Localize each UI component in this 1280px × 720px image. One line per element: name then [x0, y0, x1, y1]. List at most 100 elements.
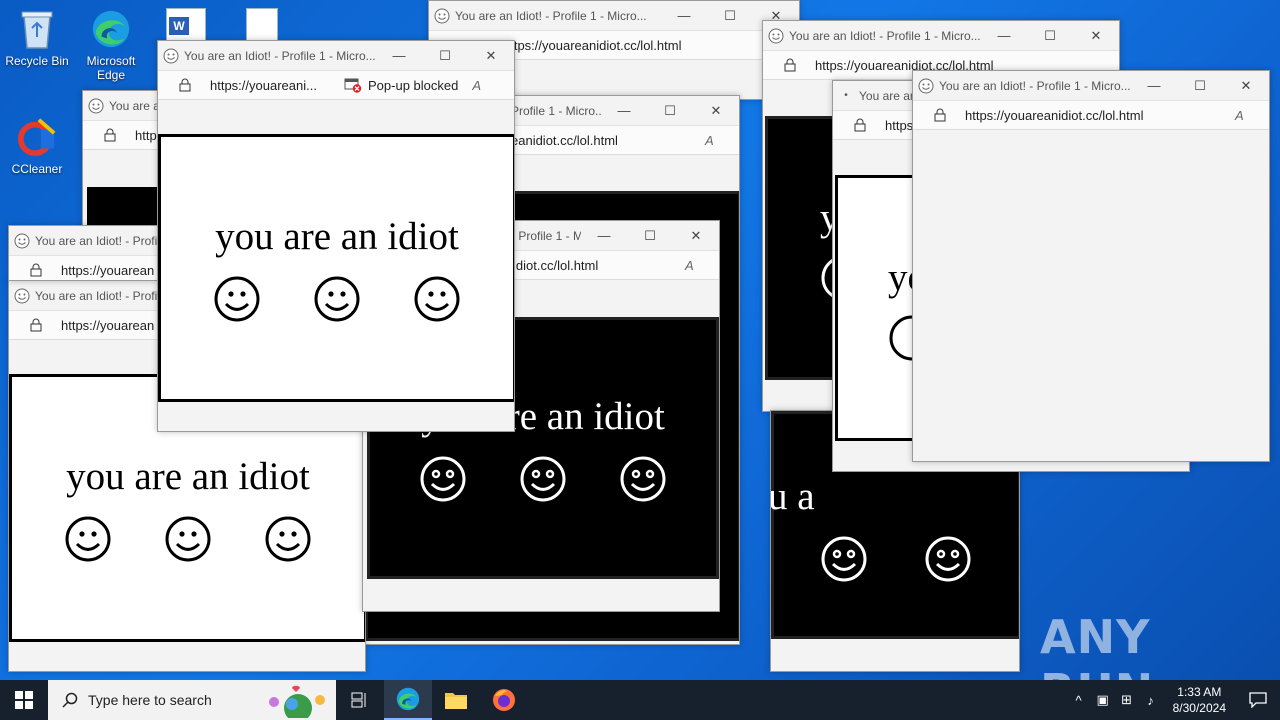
close-icon[interactable]: ✕ [693, 96, 739, 125]
address-bar[interactable]: https://youareanidiot.cc/lol.html A [913, 100, 1269, 130]
smiley-icon [620, 456, 666, 501]
notification-button[interactable] [1236, 680, 1280, 720]
address-bar[interactable]: https://youarean [9, 255, 157, 280]
smiley-icon [165, 516, 211, 561]
smiley-row [213, 275, 461, 323]
recycle-bin-shortcut[interactable]: Recycle Bin [0, 8, 74, 68]
smiley-row [419, 455, 667, 503]
edge-label: Microsoft Edge [86, 54, 136, 82]
smiley-favicon-icon [434, 8, 450, 23]
firefox-button[interactable] [480, 680, 528, 720]
watermark-text: ANY RUN [1040, 610, 1153, 680]
edge-shortcut[interactable]: Microsoft Edge [74, 8, 148, 82]
window-content: you are an idiot [158, 101, 514, 431]
clock[interactable]: 1:33 AM 8/30/2024 [1163, 684, 1236, 716]
ccleaner-shortcut[interactable]: CCleaner [0, 116, 74, 176]
browser-window[interactable]: You are an Idiot! - Profile 1 - Micro...… [157, 40, 515, 432]
browser-window[interactable]: You are an Idiot! - Profil https://youar… [8, 225, 158, 281]
system-tray: ^ ▣ ⊞ ♪ 1:33 AM 8/30/2024 [1067, 680, 1280, 720]
idiot-text: you are an idiot [66, 454, 310, 498]
lock-icon [30, 263, 42, 277]
start-button[interactable] [0, 680, 48, 720]
window-titlebar[interactable]: You are an Idiot! - Profile 1 - Micro...… [158, 41, 514, 70]
lock-icon [104, 128, 116, 142]
popup-blocked-indicator[interactable]: Pop-up blocked [334, 77, 458, 93]
window-controls: — ☐ ✕ [1131, 71, 1269, 100]
smiley-favicon-icon [14, 288, 30, 303]
clock-time: 1:33 AM [1177, 685, 1222, 699]
edge-taskbar-button[interactable] [384, 680, 432, 720]
minimize-icon[interactable]: — [981, 21, 1027, 50]
minimize-icon[interactable]: — [661, 1, 707, 30]
recycle-bin-label: Recycle Bin [5, 54, 69, 68]
smiley-icon [265, 516, 311, 561]
popup-blocked-icon [344, 78, 362, 93]
address-url[interactable]: https://youareanidiot.cc/lol.html [965, 108, 1235, 123]
window-titlebar[interactable]: You are an Idiot! - Profile 1 - Micro...… [429, 1, 799, 30]
window-title: - Profile 1 - Micro... [511, 228, 581, 243]
window-titlebar[interactable]: You are an Idiot! - Profile 1 - Micro...… [763, 21, 1119, 50]
smiley-icon [925, 536, 971, 582]
window-controls: — ☐ ✕ [581, 221, 719, 250]
window-title: You are an Idiot! - Profile 1 - Micro... [184, 48, 376, 63]
read-aloud-icon[interactable]: A [472, 78, 492, 93]
maximize-icon[interactable]: ☐ [627, 221, 673, 250]
taskbar-search-box[interactable]: Type here to search [48, 680, 336, 720]
window-titlebar[interactable]: You are an Idiot! - Profile 1 - Micro...… [913, 71, 1269, 100]
edge-icon [396, 687, 420, 711]
window-title: You are an Idiot! - Profile 1 - Micro... [789, 28, 981, 43]
window-titlebar[interactable]: You are an Idiot! - Profil [9, 226, 157, 255]
address-url[interactable]: eanidiot.cc/lol.html [511, 133, 705, 148]
browser-window[interactable]: You are an Idiot! - Profile 1 - Micro...… [912, 70, 1270, 462]
read-aloud-icon[interactable]: A [685, 258, 705, 273]
chevron-up-icon[interactable]: ^ [1067, 693, 1091, 708]
address-url[interactable]: https://youareani... [210, 78, 334, 93]
task-view-icon [351, 692, 366, 708]
read-aloud-icon[interactable]: A [705, 133, 725, 148]
address-url[interactable]: https://youarean [61, 263, 157, 278]
network-icon[interactable]: ⊞ [1115, 692, 1139, 708]
lock-icon [30, 318, 42, 332]
window-controls: — ☐ ✕ [376, 41, 514, 70]
smiley-icon [314, 276, 360, 321]
close-icon[interactable]: ✕ [673, 221, 719, 250]
smiley-favicon-icon [768, 28, 784, 43]
address-url[interactable]: https://youareanidiot.cc/lol.html [503, 38, 799, 53]
device-icon[interactable]: ▣ [1091, 692, 1115, 708]
minimize-icon[interactable]: — [1131, 71, 1177, 100]
address-url[interactable]: idiot.cc/lol.html [513, 258, 685, 273]
read-aloud-icon[interactable]: A [1235, 108, 1255, 123]
maximize-icon[interactable]: ☐ [707, 1, 753, 30]
anyrun-watermark: ANY RUN [1040, 610, 1280, 680]
smiley-favicon-icon [918, 78, 934, 93]
close-icon[interactable]: ✕ [468, 41, 514, 70]
smiley-favicon-icon [163, 48, 179, 63]
window-controls: — ☐ ✕ [601, 96, 739, 125]
minimize-icon[interactable]: — [601, 96, 647, 125]
idiot-page: you are an idiot [158, 134, 514, 402]
smiley-row [64, 515, 312, 563]
maximize-icon[interactable]: ☐ [422, 41, 468, 70]
idiot-text: you are an idiot [215, 214, 459, 258]
close-icon[interactable]: ✕ [1223, 71, 1269, 100]
maximize-icon[interactable]: ☐ [1177, 71, 1223, 100]
recycle-bin-icon [16, 8, 58, 50]
search-icon [62, 692, 78, 708]
popup-blocked-text: Pop-up blocked [368, 77, 459, 93]
maximize-icon[interactable]: ☐ [1027, 21, 1073, 50]
file-explorer-button[interactable] [432, 680, 480, 720]
smiley-icon [520, 456, 566, 501]
minimize-icon[interactable]: — [376, 41, 422, 70]
smiley-favicon-icon [88, 98, 104, 113]
minimize-icon[interactable]: — [581, 221, 627, 250]
volume-icon[interactable]: ♪ [1139, 693, 1163, 708]
maximize-icon[interactable]: ☐ [647, 96, 693, 125]
close-icon[interactable]: ✕ [1073, 21, 1119, 50]
window-title: You are an Idiot! - Profil [35, 233, 157, 248]
loading-dot-icon: • [844, 90, 848, 101]
idiot-text-fragment: u a [770, 475, 815, 518]
address-bar[interactable]: https://youareani... Pop-up blocked A [158, 70, 514, 100]
task-view-button[interactable] [336, 680, 384, 720]
smiley-icon [414, 276, 460, 321]
smiley-icon [65, 516, 111, 561]
